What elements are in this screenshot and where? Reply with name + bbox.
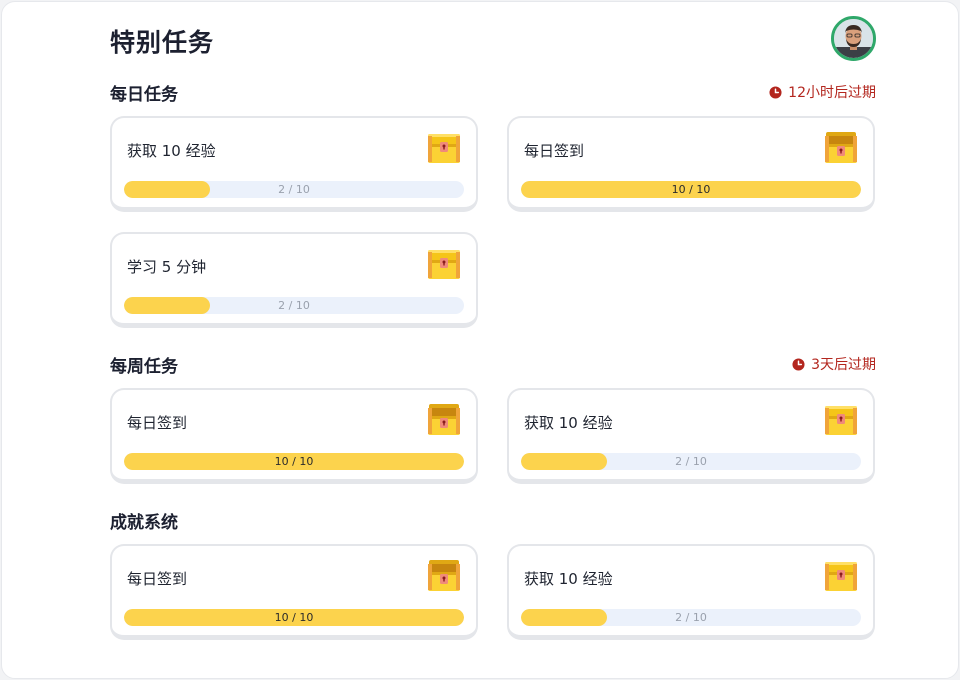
task-card[interactable]: 获取 10 经验 2 / 10 [507, 544, 875, 640]
progress-text: 10 / 10 [274, 611, 314, 624]
section-weekly: 每周任务 3天后过期 每日签到 10 / 10 获取 10 经验 2 / 10 [110, 352, 876, 484]
progress-text: 2 / 10 [278, 183, 310, 196]
task-label: 学习 5 分钟 [127, 258, 207, 276]
progress-text: 2 / 10 [675, 455, 707, 468]
progress-text: 2 / 10 [675, 611, 707, 624]
progress-text: 10 / 10 [274, 455, 314, 468]
section-daily: 每日任务 12小时后过期 获取 10 经验 2 / 10 每日签到 10 / 1… [110, 80, 876, 328]
task-label: 每日签到 [127, 570, 188, 588]
task-card[interactable]: 每日签到 10 / 10 [110, 544, 478, 640]
progress-text: 2 / 10 [278, 299, 310, 312]
open-chest-icon [428, 560, 460, 591]
progress-bar: 2 / 10 [124, 297, 464, 314]
progress-bar: 2 / 10 [124, 181, 464, 198]
open-chest-icon [825, 132, 857, 163]
task-label: 每日签到 [524, 142, 585, 160]
open-chest-icon [428, 404, 460, 435]
progress-bar: 2 / 10 [521, 609, 861, 626]
progress-bar: 10 / 10 [124, 453, 464, 470]
page-title: 特别任务 [110, 28, 215, 57]
section-header: 每周任务 3天后过期 [110, 352, 876, 377]
progress-bar: 10 / 10 [124, 609, 464, 626]
task-card[interactable]: 每日签到 10 / 10 [110, 388, 478, 484]
app-frame: 特别任务 每日任务 12小时后过期 获取 10 经验 2 / 10 每日签到 1… [1, 1, 959, 679]
clock-icon [792, 357, 805, 371]
task-label: 获取 10 经验 [127, 142, 216, 160]
section-achievements: 成就系统 每日签到 10 / 10 获取 10 经验 2 / 10 [110, 508, 876, 640]
task-card[interactable]: 获取 10 经验 2 / 10 [110, 116, 478, 212]
section-title: 每日任务 [110, 85, 178, 105]
task-card[interactable]: 每日签到 10 / 10 [507, 116, 875, 212]
section-title: 每周任务 [110, 357, 178, 377]
closed-chest-icon [825, 562, 857, 591]
progress-bar: 10 / 10 [521, 181, 861, 198]
progress-text: 10 / 10 [671, 183, 711, 196]
section-title: 成就系统 [110, 513, 178, 533]
task-label: 每日签到 [127, 414, 188, 432]
section-header: 成就系统 [110, 508, 876, 533]
expiry-badge: 12小时后过期 [769, 82, 876, 102]
expiry-text: 12小时后过期 [788, 85, 876, 101]
task-card[interactable]: 学习 5 分钟 2 / 10 [110, 232, 478, 328]
expiry-text: 3天后过期 [811, 357, 876, 373]
expiry-badge: 3天后过期 [792, 354, 876, 374]
closed-chest-icon [428, 134, 460, 163]
task-label: 获取 10 经验 [524, 414, 613, 432]
clock-icon [769, 85, 782, 99]
section-header: 每日任务 12小时后过期 [110, 80, 876, 105]
task-card[interactable]: 获取 10 经验 2 / 10 [507, 388, 875, 484]
progress-bar: 2 / 10 [521, 453, 861, 470]
closed-chest-icon [825, 406, 857, 435]
task-label: 获取 10 经验 [524, 570, 613, 588]
user-avatar-icon [834, 19, 873, 58]
closed-chest-icon [428, 250, 460, 279]
avatar[interactable] [831, 16, 876, 61]
